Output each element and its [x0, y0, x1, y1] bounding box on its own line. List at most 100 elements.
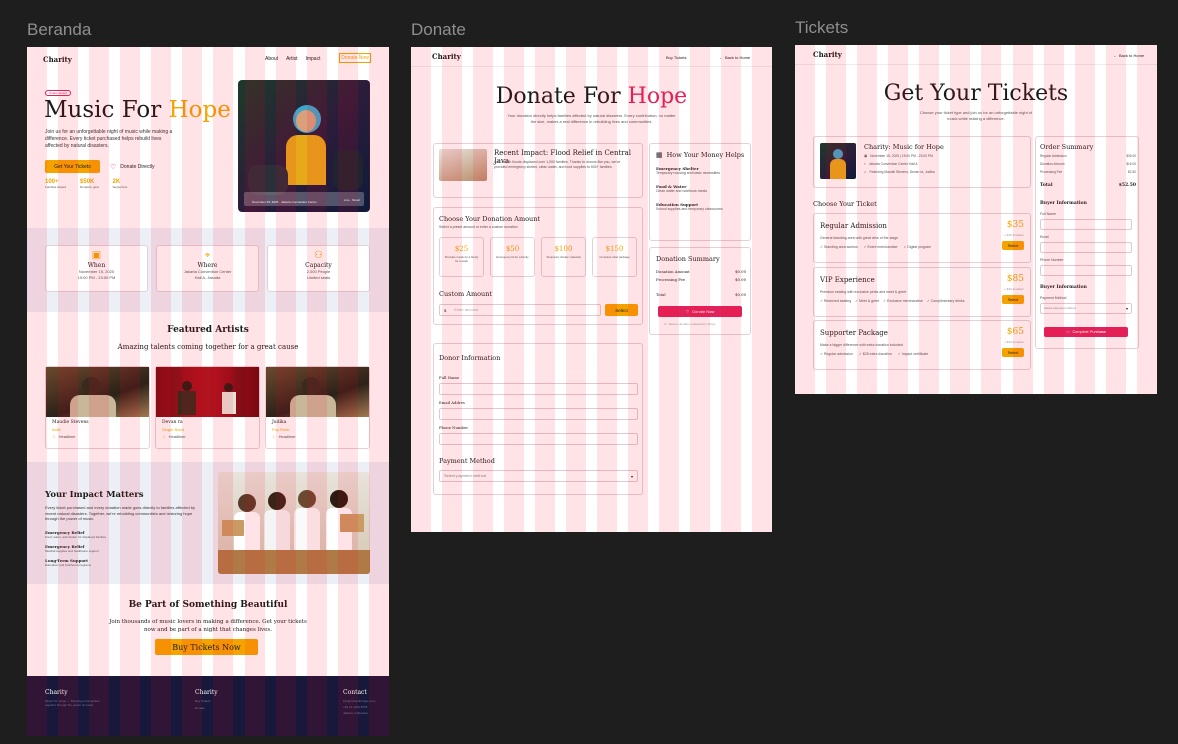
ticket-features: ✓ Reserved seating ✓ Meet & greet ✓ Excl…: [820, 299, 965, 303]
nav-buy-tickets[interactable]: Buy Tickets: [666, 55, 686, 60]
frame-label-donate: Donate: [411, 20, 466, 39]
artist-tag: ☆ Headliner: [272, 434, 296, 439]
ticket-features: ✓ Regular admission ✓ $25 extra donation…: [820, 352, 929, 356]
phone-input[interactable]: [439, 433, 638, 445]
ticket-option-regular[interactable]: Regular Admission General standing area …: [813, 213, 1031, 263]
volunteers-photo: [218, 472, 370, 574]
event-badge: Charity Event: [45, 90, 72, 96]
artist-card[interactable]: Maudie Stevens Indie ☆ Headliner: [45, 366, 150, 449]
field-label: Email Addres: [439, 400, 465, 405]
logo[interactable]: Charity: [432, 52, 461, 61]
ticket-features: ✓ Standing area access ✓ Event merchandi…: [820, 245, 932, 249]
info-card-when: ▣ When November 15, 2025 19:00 PM - 23:0…: [45, 245, 148, 292]
ticket-price: $35: [1006, 220, 1024, 230]
ticket-donation-note: + $15 donation: [1004, 233, 1024, 237]
donate-frame: Charity Buy Tickets ← Back to Home Donate…: [411, 47, 772, 532]
amount-option[interactable]: $100 Temporary shelter materials: [541, 237, 586, 277]
buyer-name-input[interactable]: [1040, 219, 1132, 230]
recent-impact-card: Recent Impact: Flood Relief in Central J…: [433, 143, 643, 198]
amount-option[interactable]: $150 Complete relief package: [592, 237, 637, 277]
nav-donate-button[interactable]: Donate Now: [339, 53, 371, 63]
footer-col: Contact info@musicforhope.com +62 21 123…: [343, 689, 376, 716]
chevron-down-icon: ▾: [1125, 306, 1128, 311]
ticket-option-supporter[interactable]: Supporter Package Make a bigger differen…: [813, 320, 1031, 370]
nav-impact[interactable]: Impact: [305, 56, 320, 62]
get-tickets-button[interactable]: Get Your Tickets: [45, 160, 100, 173]
star-icon: ☆: [52, 434, 56, 439]
artist-card[interactable]: Devan ra Singer Band ☆ Headliner: [155, 366, 260, 449]
artist-photo: [156, 367, 259, 417]
back-to-home-link[interactable]: ← Back to Home: [1113, 53, 1144, 58]
artist-genre: Indie: [52, 427, 61, 432]
select-ticket-button[interactable]: Select: [1002, 348, 1024, 357]
nav-artist[interactable]: Artist: [286, 56, 297, 62]
recent-impact-text: Last month floods displaced over 1,000 f…: [494, 160, 621, 169]
location-icon: ⌖: [864, 162, 866, 166]
custom-amount-input[interactable]: $ Enter amount: [439, 304, 601, 316]
hero-photo: November 15, 2025 · Jakarta Convention C…: [238, 80, 370, 212]
ticket-donation-note: + $30 donation: [1004, 340, 1024, 344]
ticket-option-vip[interactable]: VIP Experience Premium seating with excl…: [813, 267, 1031, 317]
select-ticket-button[interactable]: Select: [1002, 241, 1024, 250]
logo[interactable]: Charity: [813, 50, 842, 59]
logo[interactable]: Charity: [43, 55, 72, 64]
calendar-icon: ▣: [864, 154, 868, 158]
donate-directly-link[interactable]: ♡ Donate Directly: [110, 163, 154, 171]
ticket-price: $65: [1006, 327, 1024, 337]
ticket-desc: Premium seating with exclusive perks and…: [820, 290, 907, 294]
impact-section: Your Impact Matters Every ticket purchas…: [27, 462, 389, 584]
amount-subtitle: Select a preset amount or enter a custom…: [439, 225, 518, 229]
field-label: Phone Number: [1040, 258, 1064, 262]
nav-divider: [795, 64, 1157, 65]
payment-label: Payment Method: [1040, 296, 1067, 300]
artists-title: Featured Artists: [167, 325, 249, 335]
buyer-info-title-2: Buyer Information: [1040, 285, 1087, 290]
full-name-input[interactable]: [439, 383, 638, 395]
event-card: Charity: Music for Hope ▣ November 15, 20…: [813, 136, 1031, 188]
payment-method-select[interactable]: Select payment method ▾: [439, 470, 638, 482]
buy-tickets-button[interactable]: Buy Tickets Now: [155, 639, 258, 655]
ticket-name: Regular Admission: [820, 222, 887, 230]
select-ticket-button[interactable]: Select: [1002, 295, 1024, 304]
order-summary-card: Order Summary Regular Admission $35.00 Do…: [1035, 136, 1139, 349]
hero-text: Join us for an unforgettable night of mu…: [45, 129, 173, 149]
buyer-phone-input[interactable]: [1040, 265, 1132, 276]
donate-now-button[interactable]: ♡ Donate Now: [658, 306, 742, 317]
stat-label: Donation goal: [80, 185, 99, 189]
complete-purchase-button[interactable]: ♡ Complete Purchase: [1044, 327, 1128, 337]
email-input[interactable]: [439, 408, 638, 420]
donate-title: Donate For Hope: [495, 84, 688, 109]
lock-icon: ⊙: [664, 322, 667, 326]
stat-label: Supporters: [112, 185, 128, 189]
footer-link[interactable]: Donate: [195, 706, 265, 710]
star-icon: ☆: [272, 434, 276, 439]
back-to-home-link[interactable]: ← Back to Home: [719, 55, 750, 60]
money-helps-title: How Your Money Helps: [666, 151, 745, 159]
impact-photo: [439, 149, 487, 181]
stat-label: Families helped: [45, 185, 67, 189]
artist-card[interactable]: Judika Pop Rock ☆ Headliner: [265, 366, 370, 449]
event-lineup: ♫ Featuring Maudie Stevens, Devan ra, Jud…: [864, 170, 935, 174]
choose-ticket-title: Choose Your Ticket: [813, 200, 877, 208]
cta-title: Be Part of Something Beautiful: [128, 600, 288, 610]
buyer-email-input[interactable]: [1040, 242, 1132, 253]
photo-caption-right: Live · Music: [343, 197, 360, 202]
frame-label-tickets: Tickets: [795, 18, 849, 37]
order-row: Regular Admission $35.00: [1040, 154, 1136, 158]
people-icon: ⚇: [314, 250, 323, 261]
custom-amount-select-button[interactable]: Select: [605, 304, 638, 316]
beranda-frame: Charity About Artist Impact Donate Now C…: [27, 47, 389, 736]
footer-link[interactable]: Buy Tickets: [195, 699, 265, 703]
donation-amount-card: Choose Your Donation Amount Select a pre…: [433, 207, 643, 325]
artist-name: Judika: [272, 420, 287, 425]
event-info-band: ▣ When November 15, 2025 19:00 PM - 23:0…: [27, 228, 389, 312]
amount-title: Choose Your Donation Amount: [439, 215, 541, 223]
nav-about[interactable]: About: [265, 56, 278, 62]
amount-option[interactable]: $50 Emergency kit for a family: [490, 237, 535, 277]
custom-amount-title: Custom Amount: [439, 290, 493, 298]
payment-method-select[interactable]: Select payment method ▾: [1040, 303, 1132, 314]
donor-info-title: Donor Information: [439, 354, 501, 362]
amount-option[interactable]: $25 Provides meals for a family for a we…: [439, 237, 484, 277]
impact-title: Your Impact Matters: [45, 490, 144, 500]
summary-title: Donation Summary: [656, 255, 720, 263]
